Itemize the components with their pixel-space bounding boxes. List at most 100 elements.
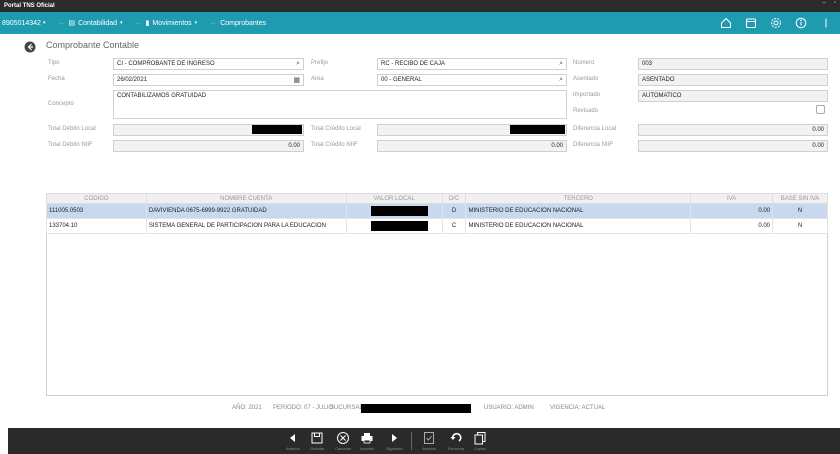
table-row[interactable]: 111005.0503 DAVIVIENDA 0675-6999-9922 GR… xyxy=(46,203,828,219)
tipo-field[interactable]: CI - COMPROBANTE DE INGRESO ⌕ xyxy=(113,58,304,70)
menu-comprobantes[interactable]: Comprobantes xyxy=(220,20,266,27)
diferencia-niif-field: 0.00 xyxy=(638,140,828,152)
calendar-icon[interactable] xyxy=(745,17,757,29)
numero-value: 003 xyxy=(642,61,653,67)
asentado-field: ASENTADO xyxy=(638,74,828,86)
col-header-iva[interactable]: IVA xyxy=(690,193,774,204)
prefijo-value: RC - RECIBO DE CAJA xyxy=(381,61,446,67)
save-icon xyxy=(311,432,323,444)
table-row[interactable]: 133704.10 SISTEMA GENERAL DE PARTICIPACI… xyxy=(46,218,828,234)
concepto-value: CONTABILIZAMOS GRATUIDAD xyxy=(117,93,207,99)
redacted-block xyxy=(252,125,302,134)
cell-tercero: MINISTERIO DE EDUCACION NACIONAL xyxy=(465,203,692,219)
window-controls: – ▫ xyxy=(823,0,836,6)
account-number: 8905014342 xyxy=(2,19,41,27)
gear-icon[interactable] xyxy=(770,17,782,29)
label-total-credito-niif: Total Crédito NIIF xyxy=(311,142,358,148)
area-value: 00 - GENERAL xyxy=(381,77,422,83)
col-header-codigo[interactable]: CODIGO xyxy=(46,193,147,204)
col-header-nombre-cuenta[interactable]: NOMBRE CUENTA xyxy=(145,193,347,204)
col-header-valor-local[interactable]: VALOR LOCAL xyxy=(345,193,443,204)
label-diferencia-niif: Diferencia NIIF xyxy=(573,142,614,148)
nav-icon-group xyxy=(720,12,840,34)
next-icon xyxy=(392,434,398,442)
label-concepto: Concepto xyxy=(48,101,74,107)
copiar-button[interactable]: Copiar xyxy=(473,431,487,451)
chevron-down-icon: ▾ xyxy=(42,20,46,26)
total-credito-niif-value: 0.00 xyxy=(551,143,563,149)
anterior-label: Anterior xyxy=(286,446,301,451)
search-icon[interactable]: ⌕ xyxy=(559,60,563,68)
back-arrow-icon[interactable] xyxy=(24,41,36,53)
book-icon: ▮ xyxy=(145,20,150,27)
print-icon xyxy=(361,433,373,444)
asentar-label: Asentar xyxy=(422,446,436,451)
cell-valor xyxy=(345,218,443,234)
label-total-debito-niif: Total Débito NIIF xyxy=(48,142,93,148)
breadcrumb-separator: → xyxy=(209,19,217,27)
redacted-block xyxy=(370,206,428,216)
chevron-down-icon: ▾ xyxy=(120,20,123,26)
cell-base: N xyxy=(772,203,828,219)
account-selector[interactable]: 8905014342 ▾ xyxy=(2,20,45,27)
fecha-field[interactable]: 26/02/2021 ▦ xyxy=(113,74,304,86)
home-icon[interactable] xyxy=(720,17,732,29)
status-usuario: USUARIO: ADMIN xyxy=(484,405,534,411)
undo-icon xyxy=(450,432,462,442)
menu-contabilidad[interactable]: ▤ Contabilidad ▾ xyxy=(68,19,123,28)
label-total-credito-local: Total Crédito Local xyxy=(311,126,361,132)
guardar-button[interactable]: Guardar xyxy=(310,431,325,451)
entries-grid: CODIGO NOMBRE CUENTA VALOR LOCAL D/C TER… xyxy=(46,193,828,234)
redacted-block xyxy=(510,125,565,134)
chevron-down-icon: ▾ xyxy=(194,20,198,26)
cell-iva: 0.00 xyxy=(690,218,774,234)
diferencia-local-value: 0.00 xyxy=(812,127,824,133)
col-header-base-sin-iva[interactable]: BASE SIN IVA xyxy=(772,193,828,204)
grid-header-row: CODIGO NOMBRE CUENTA VALOR LOCAL D/C TER… xyxy=(46,193,828,204)
search-icon[interactable]: ⌕ xyxy=(296,60,300,68)
col-header-dc[interactable]: D/C xyxy=(441,193,467,204)
minimize-button[interactable]: – xyxy=(823,0,826,6)
label-importado: Importado xyxy=(573,92,601,98)
page-title: Comprobante Contable xyxy=(46,40,140,50)
calendar-icon[interactable]: ▦ xyxy=(293,76,300,84)
menu-movimientos[interactable]: ▮ Movimientos ▾ xyxy=(145,19,198,28)
area-field[interactable]: 00 - GENERAL ⌕ xyxy=(377,74,567,86)
more-icon[interactable] xyxy=(820,17,832,29)
copiar-label: Copiar xyxy=(474,446,486,451)
maximize-button[interactable]: ▫ xyxy=(834,0,836,6)
anterior-button[interactable]: Anterior xyxy=(286,431,300,451)
info-icon[interactable] xyxy=(795,17,807,29)
redacted-block xyxy=(361,404,471,413)
breadcrumb-separator: → xyxy=(57,19,65,27)
asentado-value: ASENTADO xyxy=(642,77,675,83)
label-tipo: Tipo xyxy=(48,60,60,66)
asentar-button[interactable]: Asentar xyxy=(422,431,436,451)
prefijo-field[interactable]: RC - RECIBO DE CAJA ⌕ xyxy=(377,58,567,70)
cell-codigo: 111005.0503 xyxy=(46,203,147,219)
reversar-button[interactable]: Reversar xyxy=(448,431,464,451)
imprimir-label: Imprimir xyxy=(360,446,375,451)
imprimir-button[interactable]: Imprimir xyxy=(360,431,374,451)
cell-iva: 0.00 xyxy=(690,203,774,219)
close-circle-icon xyxy=(337,432,349,444)
guardar-label: Guardar xyxy=(310,446,325,451)
label-area: Area xyxy=(311,76,324,82)
cancelar-button[interactable]: Cancelar xyxy=(335,431,351,451)
status-anio: AÑO: 2021 xyxy=(232,405,262,411)
search-icon[interactable]: ⌕ xyxy=(559,76,563,84)
concepto-textarea[interactable]: CONTABILIZAMOS GRATUIDAD xyxy=(113,90,567,119)
ledger-icon: ▤ xyxy=(68,20,76,27)
checklist-icon xyxy=(424,432,434,444)
total-debito-niif-field: 0.00 xyxy=(113,140,304,152)
breadcrumb-separator: → xyxy=(134,19,142,27)
col-header-tercero[interactable]: TERCERO xyxy=(465,193,692,204)
total-credito-niif-field: 0.00 xyxy=(377,140,567,152)
revisado-checkbox[interactable] xyxy=(816,105,825,114)
label-prefijo: Prefijo xyxy=(311,60,329,66)
label-diferencia-local: Diferencia Local xyxy=(573,126,617,132)
label-revisado: Revisado xyxy=(573,108,599,114)
label-asentado: Asentado xyxy=(573,76,599,82)
siguiente-button[interactable]: Siguiente xyxy=(386,431,403,451)
cell-valor xyxy=(345,203,443,219)
